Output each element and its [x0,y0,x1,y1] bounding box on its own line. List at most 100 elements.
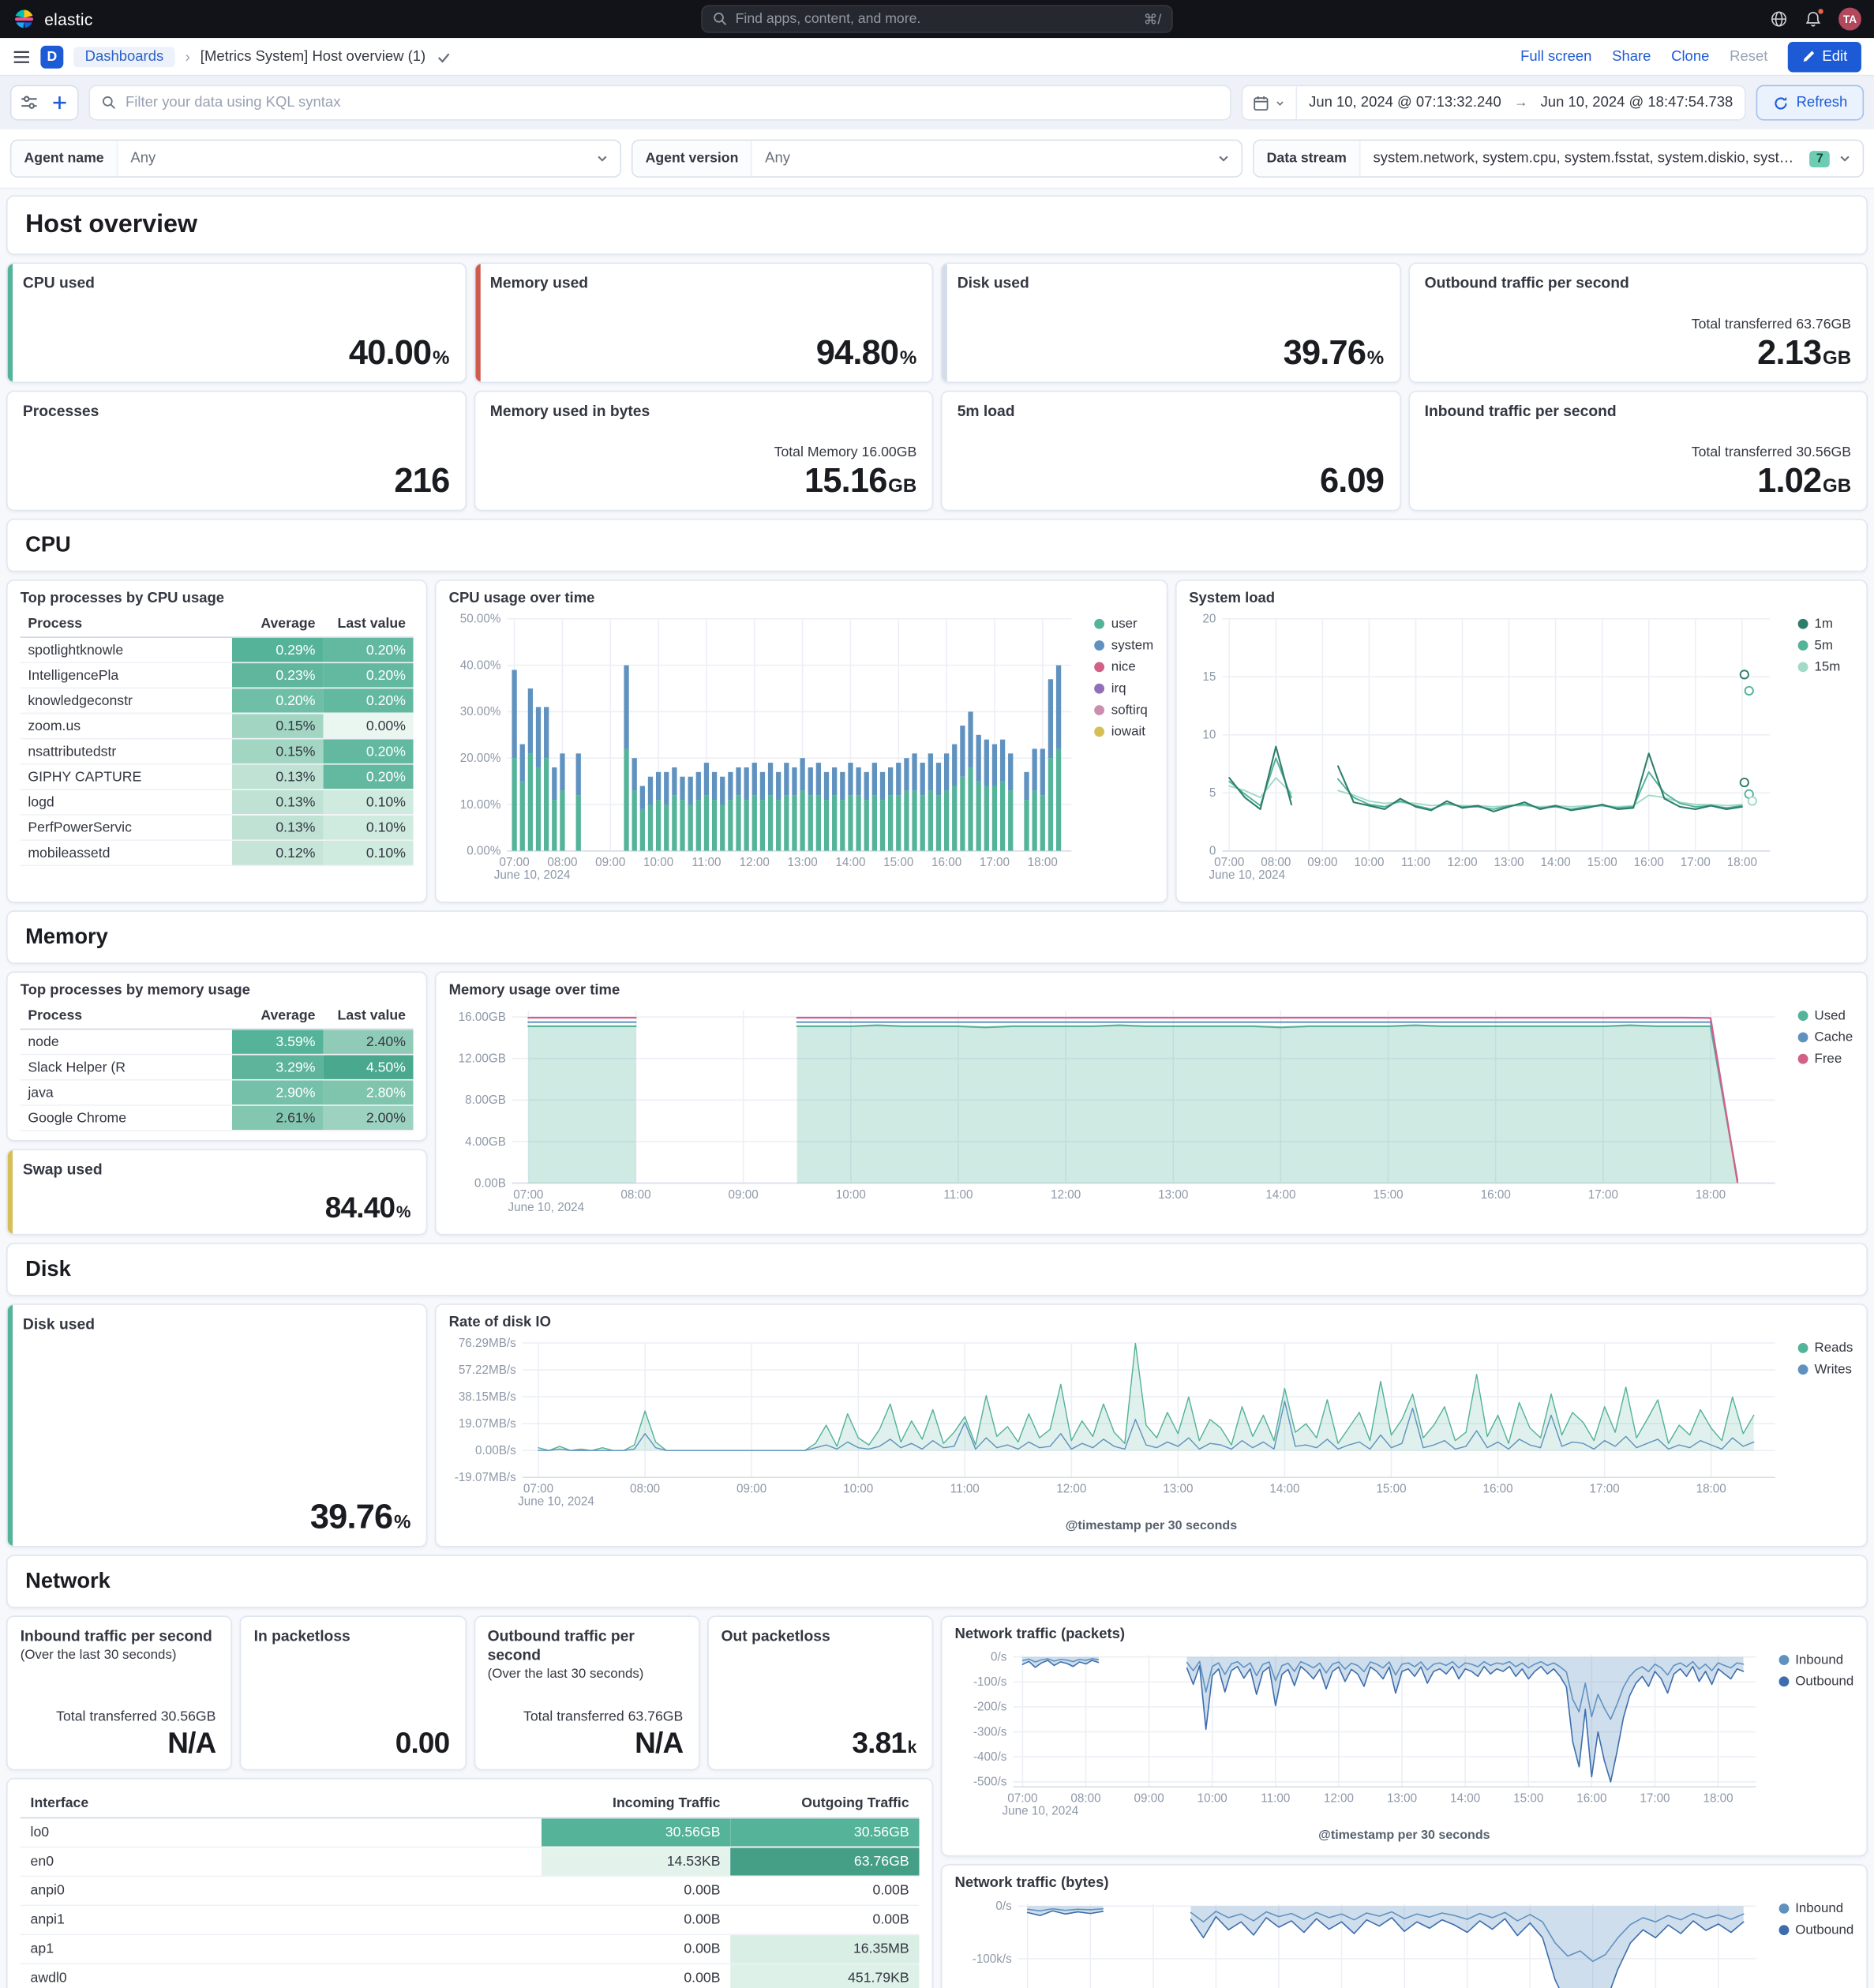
kpi-5m-load[interactable]: 5m load 6.09 [940,390,1401,512]
legend-item-Free[interactable]: Free [1797,1052,1854,1067]
legend-item-Outbound[interactable]: Outbound [1778,1674,1853,1689]
legend-item-15m[interactable]: 15m [1797,659,1854,675]
legend-item-iowait[interactable]: iowait [1094,724,1153,739]
date-range-start[interactable]: Jun 10, 2024 @ 07:13:32.240 [1298,95,1513,110]
edit-button[interactable]: Edit [1788,41,1861,72]
legend-item-irq[interactable]: irq [1094,681,1153,696]
table-row[interactable]: knowledgeconstr 0.20% 0.20% [20,688,414,715]
memory-processes-table[interactable]: Process Average Last value node 3.59% 2.40% Sl… [20,1003,414,1131]
kpi-in-packetloss[interactable]: In packetloss 0.00 [239,1615,467,1771]
column-header[interactable]: Outgoing Traffic [730,1789,920,1819]
full-screen-button[interactable]: Full screen [1520,49,1591,64]
kpi-processes[interactable]: Processes 216 [6,390,467,512]
add-filter-icon[interactable] [44,88,75,118]
kpi-cpu-used[interactable]: CPU used 40.00% [6,262,467,384]
table-cell: 0.10% [323,815,414,841]
table-row[interactable]: PerfPowerServic 0.13% 0.10% [20,815,414,841]
legend-item-Inbound[interactable]: Inbound [1778,1652,1853,1667]
column-header[interactable]: Process [20,1003,233,1030]
brand-name[interactable]: elastic [44,9,92,28]
legend-item-system[interactable]: system [1094,638,1153,653]
breadcrumb-dashboards[interactable]: Dashboards [73,46,175,67]
kpi-memory-used-bytes[interactable]: Memory used in bytes Total Memory 16.00G… [473,390,934,512]
network-packets-chart[interactable]: 07:00 June 10, 2024 08:00 09:00 10:00 11:00 12… [954,1645,1768,1827]
table-row[interactable]: zoom.us 0.15% 0.00% [20,713,414,740]
legend-item-Outbound[interactable]: Outbound [1778,1922,1853,1937]
user-avatar[interactable]: TA [1838,7,1861,31]
table-row[interactable]: anpi0 0.00B 0.00B [20,1876,920,1907]
calendar-button[interactable] [1243,86,1298,119]
legend-item-Reads[interactable]: Reads [1797,1341,1854,1356]
table-cell: 63.76GB [730,1847,920,1877]
legend-item-user[interactable]: user [1094,617,1153,632]
table-row[interactable]: nsattributedstr 0.15% 0.20% [20,738,414,765]
interfaces-table[interactable]: Interface Incoming Traffic Outgoing Traffi… [20,1789,920,1988]
refresh-button[interactable]: Refresh [1756,84,1865,121]
disk-io-chart[interactable]: 07:00 June 10, 2024 08:00 09:00 10:00 11:00 12… [449,1333,1788,1518]
cpu-usage-chart[interactable]: 07:00 June 10, 2024 08:00 09:00 10:00 11:00 12… [449,609,1085,891]
legend-item-softirq[interactable]: softirq [1094,703,1153,718]
data-stream-control[interactable]: Data stream system.network, system.cpu, … [1252,139,1865,178]
kql-search-input[interactable]: Filter your data using KQL syntax [88,84,1232,121]
filter-icon[interactable] [14,88,45,118]
memory-usage-chart[interactable]: 07:00 June 10, 2024 08:00 09:00 10:00 11:00 12… [449,1000,1788,1224]
notifications-bell-icon[interactable] [1805,9,1823,28]
kpi-outbound-traffic[interactable]: Outbound traffic per second Total transf… [1407,262,1868,384]
table-row[interactable]: spotlightknowle 0.29% 0.20% [20,637,414,664]
table-row[interactable]: awdl0 0.00B 451.79KB [20,1964,920,1988]
table-row[interactable]: lo0 30.56GB 30.56GB [20,1817,920,1848]
legend-item-5m[interactable]: 5m [1797,638,1854,653]
table-row[interactable]: ap1 0.00B 16.35MB [20,1934,920,1965]
column-header[interactable]: Last value [323,1003,414,1030]
kpi-inbound-traffic-30s[interactable]: Inbound traffic per second (Over the las… [6,1615,233,1771]
table-row[interactable]: Slack Helper (R 3.29% 4.50% [20,1054,414,1081]
legend-item-Cache[interactable]: Cache [1797,1030,1854,1045]
table-row[interactable]: en0 14.53KB 63.76GB [20,1847,920,1877]
clone-button[interactable]: Clone [1671,49,1709,64]
legend-item-Inbound[interactable]: Inbound [1778,1901,1853,1916]
column-header[interactable]: Interface [20,1789,542,1819]
svg-text:12:00: 12:00 [1056,1483,1086,1496]
date-range-end[interactable]: Jun 10, 2024 @ 18:47:54.738 [1529,95,1745,110]
table-row[interactable]: logd 0.13% 0.10% [20,789,414,816]
table-row[interactable]: GIPHY CAPTURE 0.13% 0.20% [20,763,414,790]
svg-text:09:00: 09:00 [1134,1791,1164,1805]
menu-hamburger-icon[interactable] [13,47,30,65]
kpi-inbound-traffic[interactable]: Inbound traffic per second Total transfe… [1407,390,1868,512]
network-bytes-chart[interactable]: 07:00June 10, 202408:0009:0010:0011:0012… [954,1893,1768,1988]
column-header[interactable]: Average [232,1003,324,1030]
globe-icon[interactable] [1770,10,1787,28]
column-header[interactable]: Process [20,611,233,638]
elastic-logo[interactable] [13,8,36,31]
reset-button[interactable]: Reset [1730,49,1767,64]
global-search-input[interactable]: Find apps, content, and more. ⌘/ [701,5,1173,33]
legend-item-Used[interactable]: Used [1797,1008,1854,1023]
kpi-subtitle: Total Memory 16.00GB [774,444,917,461]
kpi-disk-used-main[interactable]: Disk used 39.76% [6,1303,428,1547]
column-header[interactable]: Last value [323,611,414,638]
table-row[interactable]: java 2.90% 2.80% [20,1079,414,1106]
kpi-memory-used[interactable]: Memory used 94.80% [473,262,934,384]
system-load-chart[interactable]: 07:00 June 10, 2024 08:00 09:00 10:00 11:00 12… [1189,609,1788,891]
table-row[interactable]: mobileassetd 0.12% 0.10% [20,840,414,867]
kpi-outbound-traffic-30s[interactable]: Outbound traffic per second (Over the la… [473,1615,700,1771]
check-icon[interactable] [436,49,451,64]
table-row[interactable]: anpi1 0.00B 0.00B [20,1905,920,1936]
column-header[interactable]: Incoming Traffic [542,1789,731,1819]
kpi-disk-used[interactable]: Disk used 39.76% [940,262,1401,384]
table-row[interactable]: Google Chrome 2.61% 2.00% [20,1105,414,1131]
legend-item-nice[interactable]: nice [1094,659,1153,675]
column-header[interactable]: Average [232,611,324,638]
kpi-swap-used[interactable]: Swap used 84.40% [6,1149,428,1236]
cpu-processes-table[interactable]: Process Average Last value spotlightknowle 0… [20,611,414,867]
kpi-out-packetloss[interactable]: Out packetloss 3.81 k [706,1615,934,1771]
legend-item-1m[interactable]: 1m [1797,617,1854,632]
dashboard-app-badge[interactable]: D [40,45,64,68]
agent-version-control[interactable]: Agent version Any [631,139,1243,178]
svg-text:08:00: 08:00 [1261,856,1291,869]
agent-name-control[interactable]: Agent name Any [9,139,622,178]
table-row[interactable]: IntelligencePla 0.23% 0.20% [20,662,414,689]
table-row[interactable]: node 3.59% 2.40% [20,1029,414,1056]
share-button[interactable]: Share [1612,49,1651,64]
legend-item-Writes[interactable]: Writes [1797,1362,1854,1377]
